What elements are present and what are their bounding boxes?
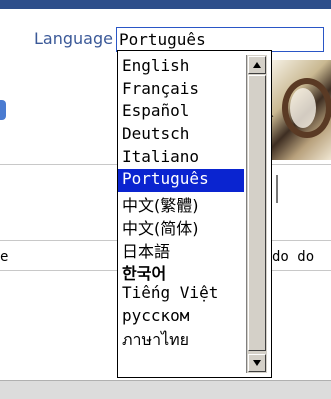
- scroll-down-button[interactable]: [248, 354, 266, 372]
- language-option[interactable]: Deutsch: [118, 124, 244, 147]
- language-option[interactable]: русском: [118, 306, 244, 329]
- language-option[interactable]: Français: [118, 79, 244, 102]
- language-option[interactable]: 한국어: [118, 260, 244, 283]
- language-option[interactable]: ภาษาไทย: [118, 328, 244, 351]
- language-dropdown-list[interactable]: English Français Español Deutsch Italian…: [117, 50, 272, 378]
- language-option[interactable]: 中文(繁體): [118, 192, 244, 215]
- scroll-up-button[interactable]: [248, 56, 266, 74]
- language-select[interactable]: Português: [116, 27, 324, 52]
- language-option-selected[interactable]: Português: [118, 169, 244, 193]
- photo-flare: [290, 88, 316, 128]
- language-option[interactable]: Tiếng Việt: [118, 283, 244, 306]
- language-option[interactable]: 日本語: [118, 238, 244, 261]
- header-photo: [272, 60, 331, 160]
- language-label: Language: [34, 29, 113, 48]
- triangle-down-icon: [253, 360, 261, 366]
- left-edge-mark: [0, 100, 6, 120]
- bottom-bar: [0, 380, 331, 399]
- language-option[interactable]: English: [118, 56, 244, 79]
- column-header-right: do do: [272, 249, 315, 265]
- scroll-thumb[interactable]: [248, 75, 266, 351]
- window-title-strip: [0, 0, 331, 9]
- language-option[interactable]: Italiano: [118, 147, 244, 170]
- language-option[interactable]: Español: [118, 101, 244, 124]
- language-option[interactable]: 中文(简体): [118, 215, 244, 238]
- language-select-value: Português: [119, 30, 206, 49]
- dropdown-scrollbar[interactable]: [246, 55, 267, 373]
- language-options: English Français Español Deutsch Italian…: [118, 56, 244, 351]
- column-header-left: e: [0, 249, 9, 265]
- triangle-up-icon: [253, 62, 261, 68]
